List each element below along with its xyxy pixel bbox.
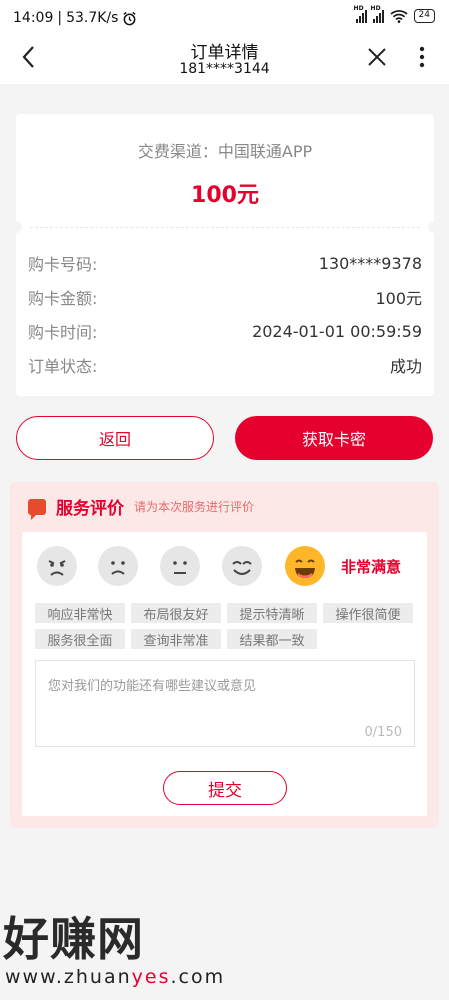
chat-bubble-icon	[28, 498, 46, 520]
tag-option[interactable]: 响应非常快	[35, 603, 125, 623]
submit-button[interactable]: 提交	[163, 771, 287, 805]
char-counter: 0/150	[364, 725, 402, 740]
payment-channel: 交费渠道：中国联通APP	[137, 142, 313, 161]
alarm-icon	[123, 11, 137, 25]
wifi-icon	[390, 10, 408, 23]
watermark-logo: 好赚网	[3, 912, 144, 966]
detail-row-card-amount: 购卡金额: 100元	[28, 280, 422, 314]
detail-row-purchase-time: 购卡时间: 2024-01-01 00:59:59	[28, 314, 422, 348]
tag-option[interactable]: 布局很友好	[131, 603, 221, 623]
detail-value: 2024-01-01 00:59:59	[252, 321, 422, 341]
status-time: 14:09	[13, 10, 54, 26]
angry-face-icon[interactable]	[37, 546, 77, 586]
evaluation-header: 服务评价 请为本次服务进行评价	[28, 494, 255, 520]
get-card-secret-button[interactable]: 获取卡密	[235, 416, 433, 460]
evaluation-subtitle: 请为本次服务进行评价	[134, 500, 255, 514]
tag-option[interactable]: 结果都一致	[227, 629, 317, 649]
detail-label: 购卡金额:	[28, 289, 98, 308]
status-network-speed: 53.7K/s	[66, 10, 119, 26]
smile-face-icon[interactable]	[222, 546, 262, 586]
detail-label: 购卡号码:	[28, 255, 98, 274]
card-notch-left	[10, 221, 22, 233]
detail-label: 购卡时间:	[28, 323, 98, 342]
tag-option[interactable]: 服务很全面	[35, 629, 125, 649]
order-card: 交费渠道：中国联通APP 100元 购卡号码: 130****9378 购卡金额…	[10, 114, 440, 396]
feedback-placeholder: 您对我们的功能还有哪些建议或意见	[48, 679, 257, 694]
order-detail-list: 购卡号码: 130****9378 购卡金额: 100元 购卡时间: 2024-…	[28, 246, 422, 382]
signal-icon-2: HD	[371, 5, 384, 23]
status-bar: 14:09 | 53.7K/s HD HD 24	[0, 0, 449, 34]
detail-row-card-number: 购卡号码: 130****9378	[28, 246, 422, 280]
close-icon[interactable]	[366, 46, 388, 68]
evaluation-title: 服务评价	[56, 499, 124, 519]
feedback-textarea[interactable]: 您对我们的功能还有哪些建议或意见 0/150	[35, 660, 415, 747]
detail-value: 100元	[375, 289, 422, 308]
return-button[interactable]: 返回	[16, 416, 214, 460]
selected-mood-label: 非常满意	[341, 558, 402, 576]
tag-option[interactable]: 操作很简便	[323, 603, 413, 623]
order-amount: 100元	[191, 183, 259, 208]
nav-bar: 订单详情 181****3144	[0, 34, 449, 84]
tag-option[interactable]: 提示特清晰	[227, 603, 317, 623]
signal-icon: HD	[354, 5, 367, 23]
card-notch-right	[428, 221, 440, 233]
very-happy-face-icon[interactable]	[285, 546, 325, 586]
detail-value: 成功	[389, 357, 422, 376]
detail-value: 130****9378	[318, 253, 422, 273]
battery-icon: 24	[413, 9, 435, 23]
detail-label: 订单状态:	[28, 357, 98, 376]
neutral-face-icon[interactable]	[160, 546, 200, 586]
tag-option[interactable]: 查询非常准	[131, 629, 221, 649]
detail-row-order-status: 订单状态: 成功	[28, 348, 422, 382]
more-menu-icon[interactable]	[412, 44, 432, 70]
sad-face-icon[interactable]	[98, 546, 138, 586]
watermark-url: www.zhuanyes.com	[5, 966, 226, 988]
divider	[30, 227, 420, 228]
